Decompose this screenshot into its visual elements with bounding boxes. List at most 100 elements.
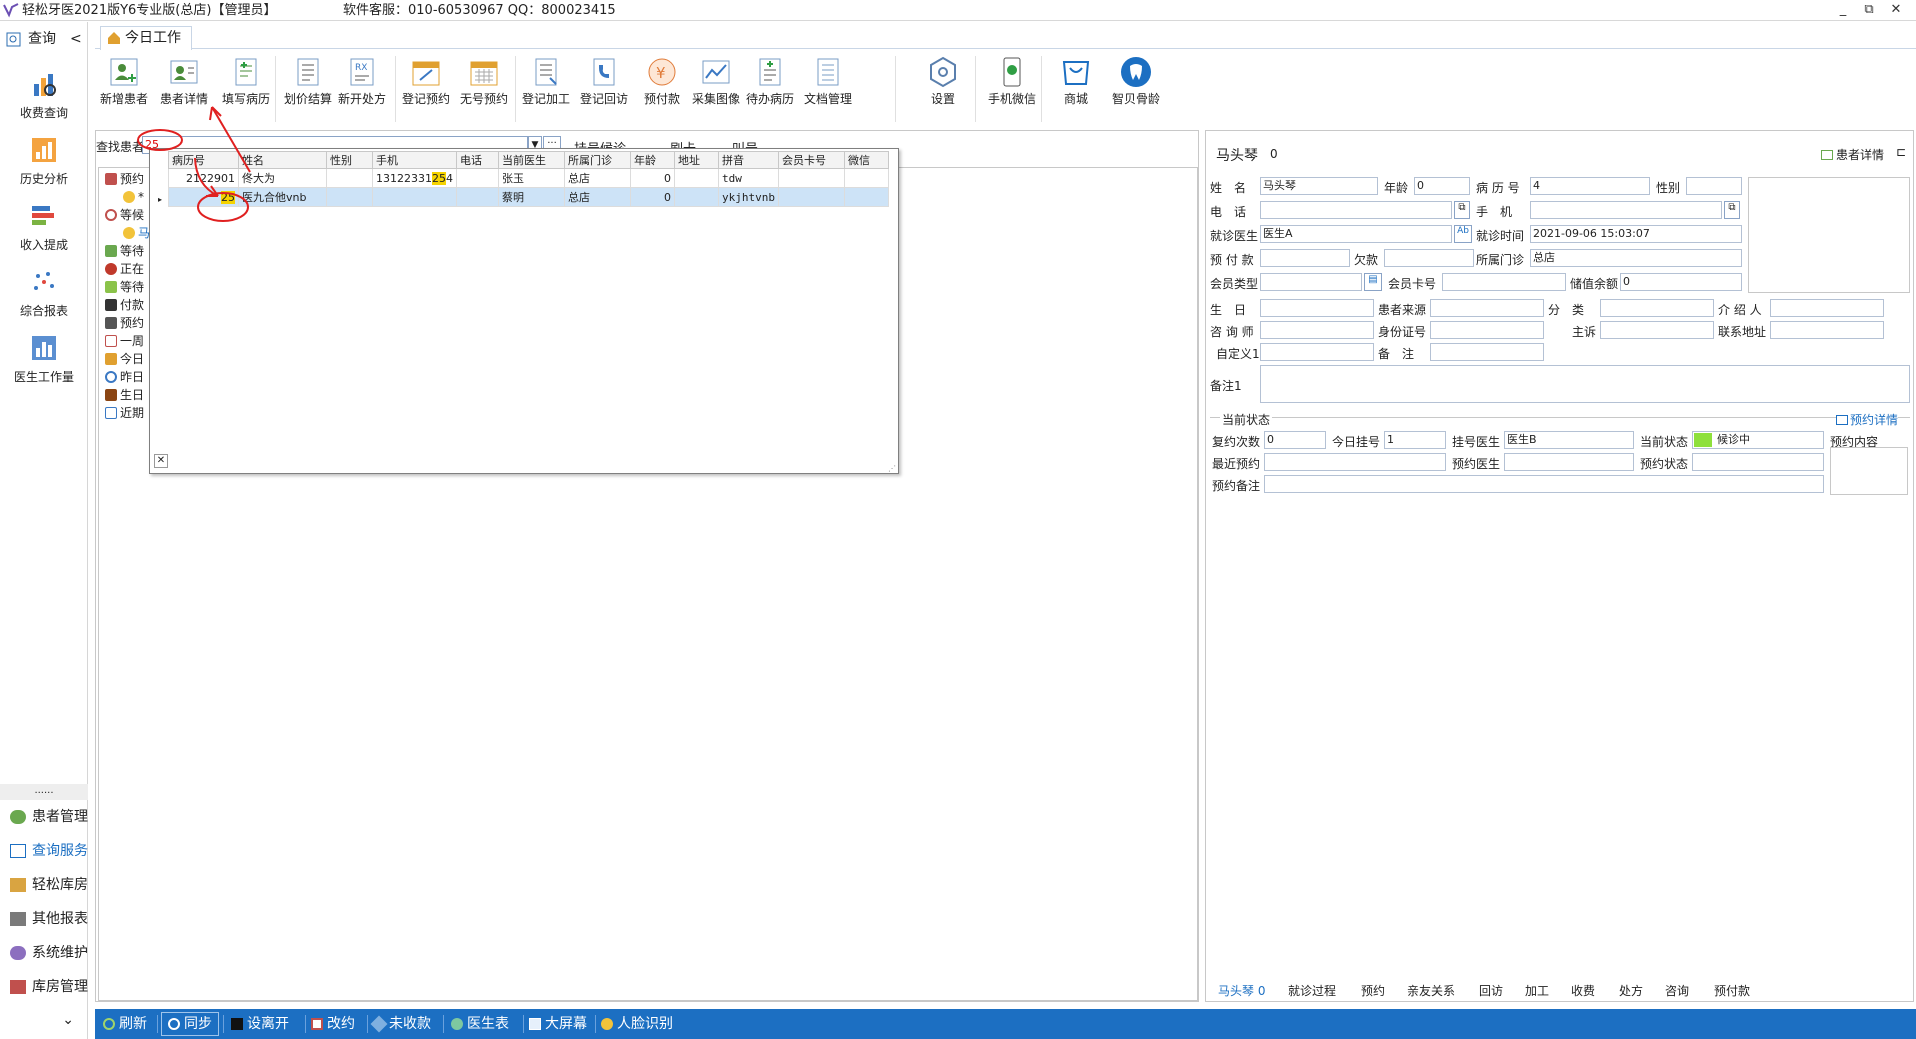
recent-appt-field[interactable] [1264,453,1446,471]
age-field[interactable]: 0 [1414,177,1470,195]
tel-field[interactable] [1260,201,1452,219]
tab-followup[interactable]: 回访 [1479,982,1503,999]
tab-prepayment[interactable]: 预付款 [1714,982,1750,999]
note1-field[interactable] [1260,365,1910,403]
sidebar-group-system[interactable]: 系统维护 [0,938,88,968]
settle-button[interactable]: 划价结算 [279,56,337,112]
tab-prescription[interactable]: 处方 [1619,982,1643,999]
no-number-appointment-button[interactable]: 无号预约 [455,56,513,112]
sidebar-item-fee-query[interactable]: 收费查询 [0,68,88,121]
sidebar-expand-icon[interactable]: ⌄ [0,1012,88,1028]
tree-item[interactable]: 昨日 [105,368,144,386]
tree-item[interactable]: 预约 [105,314,144,332]
tree-item[interactable]: 今日 [105,350,144,368]
register-appointment-button[interactable]: 登记预约 [397,56,455,112]
document-management-button[interactable]: 文档管理 [799,56,857,112]
prepayment-button[interactable]: ¥ 预付款 [633,56,691,112]
new-prescription-button[interactable]: RX 新开处方 [333,56,391,112]
tree-item[interactable]: 等候 [105,206,144,224]
register-followup-button[interactable]: 登记回访 [575,56,633,112]
member-card-icon[interactable]: ▤ [1364,273,1382,291]
source-field[interactable] [1430,299,1544,317]
copy-mobile-icon[interactable]: ⧉ [1724,201,1740,219]
prepay-field[interactable] [1260,249,1350,267]
sidebar-group-patients[interactable]: 患者管理 [0,802,88,832]
patient-photo[interactable] [1748,177,1910,293]
add-patient-button[interactable]: 新增患者 [95,56,153,112]
gender-field[interactable] [1686,177,1742,195]
tab-appointment[interactable]: 预约 [1361,982,1385,999]
remark-field[interactable] [1430,343,1544,361]
tree-item[interactable]: 近期 [105,404,144,422]
column-header[interactable]: 所属门诊 [564,151,631,169]
name-field[interactable]: 马头琴 [1260,177,1378,195]
column-header[interactable]: 手机 [372,151,457,169]
debt-field[interactable] [1384,249,1474,267]
spell-check-icon[interactable]: Ab [1454,225,1472,243]
resize-grip-icon[interactable]: ⋰ [888,464,896,473]
appt-doctor-field[interactable] [1504,453,1634,471]
appt-note-field[interactable] [1264,475,1824,493]
tab-charges[interactable]: 收费 [1571,982,1595,999]
minimize-button[interactable]: _ [1831,0,1855,20]
face-recognition-button[interactable]: 人脸识别 [601,1009,673,1039]
tab-relatives[interactable]: 亲友关系 [1407,982,1455,999]
mobile-field[interactable] [1530,201,1722,219]
sidebar-item-report[interactable]: 综合报表 [0,266,88,319]
tab-patient-name[interactable]: 马头琴 0 [1218,982,1265,999]
tree-item[interactable]: 生日 [105,386,144,404]
doctor-field[interactable]: 医生A [1260,225,1452,243]
today-no-field[interactable]: 1 [1384,431,1446,449]
sidebar-group-query[interactable]: 查询服务 [0,836,88,866]
referrer-field[interactable] [1770,299,1884,317]
visit-time-field[interactable]: 2021-09-06 15:03:07 [1530,225,1742,243]
tree-item[interactable]: 正在 [105,260,144,278]
tree-item[interactable]: 一周 [105,332,144,350]
appt-state-field[interactable] [1692,453,1824,471]
set-leave-button[interactable]: 设离开 [231,1009,289,1039]
restore-button[interactable]: ⧉ [1857,0,1881,20]
register-processing-button[interactable]: 登记加工 [517,56,575,112]
refresh-button[interactable]: 刷新 [103,1009,147,1039]
column-header[interactable]: 当前医生 [498,151,565,169]
popup-close-button[interactable]: ✕ [154,454,168,468]
close-button[interactable]: ✕ [1884,0,1908,20]
column-header[interactable]: 电话 [456,151,499,169]
column-header[interactable]: 拼音 [718,151,779,169]
column-header[interactable]: 地址 [674,151,719,169]
sidebar-item-commission[interactable]: 收入提成 [0,200,88,253]
sidebar-collapse-icon[interactable]: < [70,26,82,52]
settings-button[interactable]: 设置 [914,56,972,112]
member-type-field[interactable] [1260,273,1362,291]
unpaid-button[interactable]: 未收款 [370,1009,431,1039]
sidebar-item-history[interactable]: 历史分析 [0,134,88,187]
tree-item[interactable]: 等待 [105,242,144,260]
patient-detail-link[interactable]: 患者详情 [1821,146,1884,163]
cur-state-field[interactable]: 候诊中 [1692,431,1824,449]
sidebar-group-other-reports[interactable]: 其他报表 [0,904,88,934]
write-record-button[interactable]: 填写病历 [217,56,275,112]
patient-detail-button[interactable]: 患者详情 [155,56,213,112]
category-field[interactable] [1600,299,1714,317]
tree-item[interactable]: 预约 [105,170,144,188]
pending-record-button[interactable]: 待办病历 [741,56,799,112]
sidebar-splitter[interactable]: ...... [0,784,88,800]
consultant-field[interactable] [1260,321,1374,339]
mall-button[interactable]: 商城 [1047,56,1105,112]
column-header[interactable]: 姓名 [238,151,327,169]
pin-icon[interactable]: ⊏ [1896,145,1906,159]
bone-age-button[interactable]: 智贝骨龄 [1107,56,1165,112]
record-field[interactable]: 4 [1530,177,1650,195]
sync-button[interactable]: 同步 [161,1012,219,1036]
copy-tel-icon[interactable]: ⧉ [1454,201,1470,219]
tab-today-work[interactable]: 今日工作 [100,26,192,50]
tab-consultation[interactable]: 咨询 [1665,982,1689,999]
column-header[interactable]: 年龄 [630,151,675,169]
mobile-wechat-button[interactable]: 手机微信 [983,56,1041,112]
tree-item[interactable]: 等待 [105,278,144,296]
address-field[interactable] [1770,321,1884,339]
capture-image-button[interactable]: 采集图像 [687,56,745,112]
complaint-field[interactable] [1600,321,1714,339]
big-screen-button[interactable]: 大屏幕 [529,1009,587,1039]
table-row[interactable]: 25 医九合他vnb 蔡明 总店 0 ykjhtvnb [168,187,889,207]
